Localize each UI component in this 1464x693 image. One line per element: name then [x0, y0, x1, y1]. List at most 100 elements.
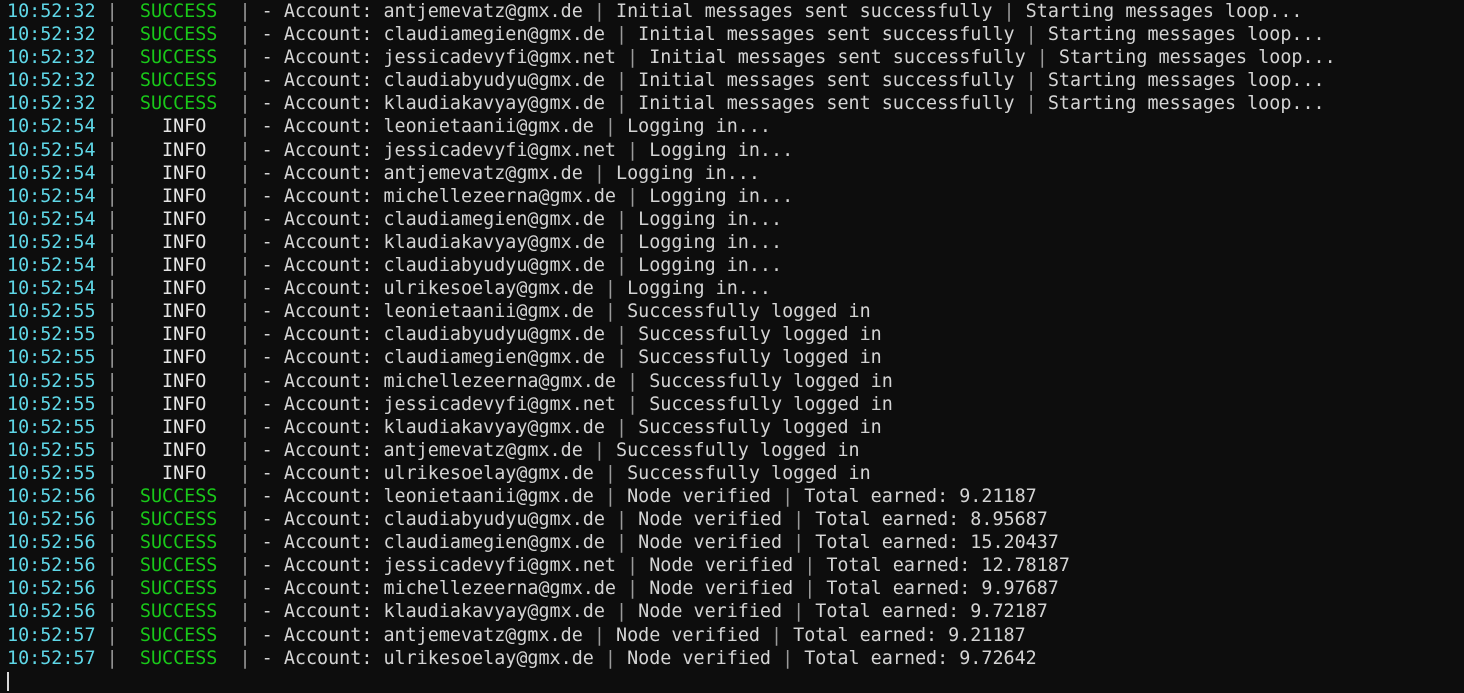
field-separator: | — [604, 24, 639, 46]
log-timestamp: 10:52:55 — [7, 347, 96, 369]
log-account-prefix: - Account: — [261, 532, 384, 554]
log-line[interactable]: 10:52:54 | INFO | - Account: leonietaani… — [0, 115, 1464, 138]
log-account-email: claudiamegien@gmx.de — [383, 532, 605, 554]
log-line[interactable]: 10:52:56 | SUCCESS | - Account: klaudiak… — [0, 600, 1464, 623]
log-line[interactable]: 10:52:55 | INFO | - Account: klaudiakavy… — [0, 416, 1464, 439]
log-line[interactable]: 10:52:55 | INFO | - Account: michellezee… — [0, 370, 1464, 393]
log-account-email: leonietaanii@gmx.de — [383, 116, 594, 138]
log-account-prefix: - Account: — [261, 624, 384, 646]
log-line[interactable]: 10:52:55 | INFO | - Account: ulrikesoela… — [0, 462, 1464, 485]
column-separator: | — [228, 301, 262, 323]
field-separator: | — [782, 532, 816, 554]
log-timestamp: 10:52:32 — [7, 47, 96, 69]
log-timestamp: 10:52:32 — [7, 24, 96, 46]
log-line[interactable]: 10:52:55 | INFO | - Account: claudiamegi… — [0, 346, 1464, 369]
log-account-email: antjemevatz@gmx.de — [383, 1, 583, 22]
log-message-field: Successfully logged in — [649, 393, 893, 415]
log-account-email: antjemevatz@gmx.de — [383, 624, 583, 646]
log-line[interactable]: 10:52:56 | SUCCESS | - Account: michelle… — [0, 577, 1464, 600]
log-line[interactable]: 10:52:56 | SUCCESS | - Account: claudiam… — [0, 531, 1464, 554]
log-timestamp: 10:52:56 — [7, 555, 96, 577]
log-line[interactable]: 10:52:54 | INFO | - Account: claudiabyud… — [0, 254, 1464, 277]
log-line[interactable]: 10:52:57 | SUCCESS | - Account: antjemev… — [0, 624, 1464, 647]
log-line[interactable]: 10:52:32 | SUCCESS | - Account: antjemev… — [0, 0, 1464, 23]
log-account-email: jessicadevyfi@gmx.net — [383, 393, 616, 415]
log-line[interactable]: 10:52:32 | SUCCESS | - Account: klaudiak… — [0, 92, 1464, 115]
column-separator: | — [95, 1, 129, 22]
column-separator: | — [95, 509, 129, 531]
log-account-prefix: - Account: — [261, 555, 384, 577]
log-line[interactable]: 10:52:56 | SUCCESS | - Account: leonieta… — [0, 485, 1464, 508]
log-message-field: Successfully logged in — [638, 416, 882, 438]
log-message-field: Node verified — [616, 624, 760, 646]
field-separator: | — [615, 393, 650, 415]
field-separator: | — [604, 70, 639, 92]
log-line[interactable]: 10:52:54 | INFO | - Account: klaudiakavy… — [0, 231, 1464, 254]
field-separator: | — [604, 601, 639, 623]
log-timestamp: 10:52:55 — [7, 439, 96, 461]
log-line[interactable]: 10:52:32 | SUCCESS | - Account: claudiam… — [0, 23, 1464, 46]
field-separator: | — [593, 301, 628, 323]
log-timestamp: 10:52:55 — [7, 301, 96, 323]
log-level-info: INFO — [128, 185, 229, 207]
log-message-field: Initial messages sent successfully — [616, 1, 993, 22]
log-account-prefix: - Account: — [261, 70, 384, 92]
column-separator: | — [95, 624, 129, 646]
log-level-info: INFO — [128, 116, 229, 138]
log-level-success: SUCCESS — [128, 1, 229, 22]
log-line[interactable]: 10:52:54 | INFO | - Account: ulrikesoela… — [0, 277, 1464, 300]
column-separator: | — [228, 555, 262, 577]
log-message-field: Logging in... — [638, 208, 783, 230]
log-timestamp: 10:52:55 — [7, 324, 96, 346]
log-line[interactable]: 10:52:56 | SUCCESS | - Account: claudiab… — [0, 508, 1464, 531]
log-line[interactable]: 10:52:32 | SUCCESS | - Account: jessicad… — [0, 46, 1464, 69]
log-line[interactable]: 10:52:32 | SUCCESS | - Account: claudiab… — [0, 69, 1464, 92]
field-separator: | — [604, 347, 639, 369]
log-message-field: Successfully logged in — [638, 324, 882, 346]
log-line[interactable]: 10:52:55 | INFO | - Account: jessicadevy… — [0, 393, 1464, 416]
field-separator: | — [604, 416, 639, 438]
column-separator: | — [95, 439, 129, 461]
log-line[interactable]: 10:52:54 | INFO | - Account: claudiamegi… — [0, 208, 1464, 231]
log-line[interactable]: 10:52:54 | INFO | - Account: jessicadevy… — [0, 139, 1464, 162]
log-timestamp: 10:52:54 — [7, 139, 96, 161]
log-message-field: Starting messages loop... — [1025, 1, 1303, 22]
terminal-log-output[interactable]: 10:52:32 | SUCCESS | - Account: antjemev… — [0, 0, 1464, 691]
field-separator: | — [593, 485, 628, 507]
log-line[interactable]: 10:52:55 | INFO | - Account: leonietaani… — [0, 300, 1464, 323]
column-separator: | — [95, 24, 129, 46]
log-level-success: SUCCESS — [128, 555, 229, 577]
log-message-field: Node verified — [638, 601, 783, 623]
log-message-field: Total earned: 9.72642 — [804, 647, 1037, 669]
column-separator: | — [95, 231, 129, 253]
log-message-field: Successfully logged in — [627, 301, 871, 323]
field-separator: | — [582, 439, 616, 461]
column-separator: | — [228, 578, 262, 600]
log-timestamp: 10:52:57 — [7, 624, 96, 646]
column-separator: | — [228, 162, 262, 184]
log-message-field: Logging in... — [638, 255, 783, 277]
log-account-email: michellezeerna@gmx.de — [383, 370, 616, 392]
log-timestamp: 10:52:56 — [7, 578, 96, 600]
log-account-email: ulrikesoelay@gmx.de — [383, 462, 594, 484]
log-line[interactable]: 10:52:55 | INFO | - Account: claudiabyud… — [0, 323, 1464, 346]
log-line[interactable]: 10:52:57 | SUCCESS | - Account: ulrikeso… — [0, 647, 1464, 670]
log-timestamp: 10:52:55 — [7, 393, 96, 415]
log-account-email: antjemevatz@gmx.de — [383, 162, 583, 184]
field-separator: | — [582, 162, 616, 184]
log-account-prefix: - Account: — [261, 24, 384, 46]
log-timestamp: 10:52:54 — [7, 255, 96, 277]
column-separator: | — [95, 578, 129, 600]
log-line[interactable]: 10:52:55 | INFO | - Account: antjemevatz… — [0, 439, 1464, 462]
log-account-prefix: - Account: — [261, 185, 384, 207]
field-separator: | — [604, 509, 639, 531]
log-line[interactable]: 10:52:54 | INFO | - Account: antjemevatz… — [0, 162, 1464, 185]
log-account-email: jessicadevyfi@gmx.net — [383, 555, 616, 577]
field-separator: | — [615, 370, 650, 392]
column-separator: | — [95, 47, 129, 69]
field-separator: | — [992, 1, 1026, 22]
log-account-prefix: - Account: — [261, 301, 384, 323]
log-line[interactable]: 10:52:56 | SUCCESS | - Account: jessicad… — [0, 554, 1464, 577]
log-level-success: SUCCESS — [128, 24, 229, 46]
log-line[interactable]: 10:52:54 | INFO | - Account: michellezee… — [0, 185, 1464, 208]
